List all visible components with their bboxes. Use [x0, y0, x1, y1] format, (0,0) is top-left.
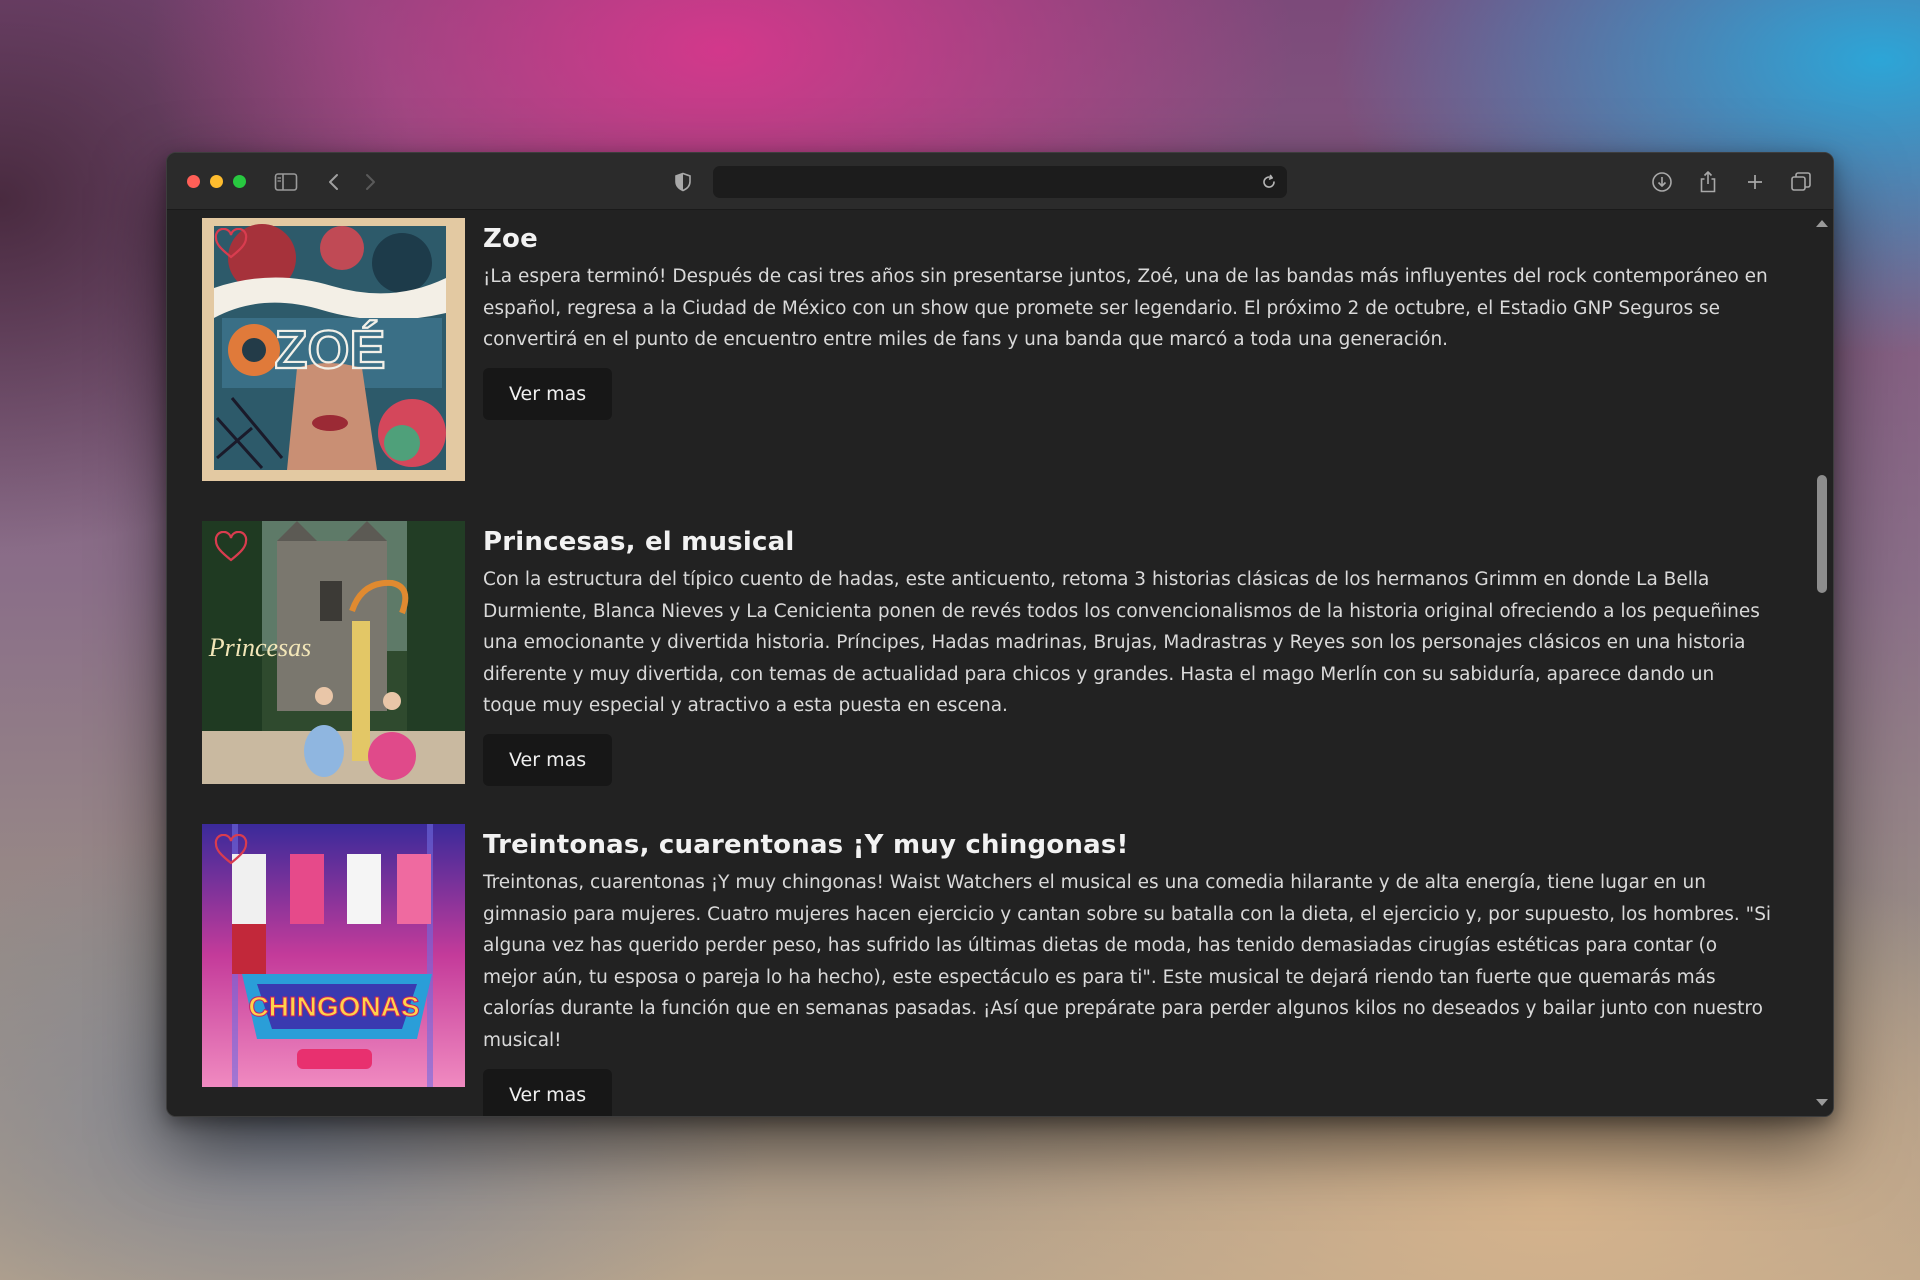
back-icon[interactable]: [321, 169, 347, 195]
vertical-scrollbar[interactable]: [1811, 210, 1833, 1116]
event-poster-zoe[interactable]: ZOÉ: [202, 218, 465, 481]
event-title: Zoe: [483, 224, 538, 254]
forward-icon[interactable]: [357, 169, 383, 195]
browser-toolbar: [167, 153, 1833, 210]
page-content: ZOÉ Zoe ¡La espera terminó! Después de c…: [167, 210, 1833, 1116]
scrollbar-thumb[interactable]: [1817, 475, 1827, 593]
event-info-treintonas: Treintonas, cuarentonas ¡Y muy chingonas…: [483, 824, 1773, 1116]
ver-mas-button[interactable]: Ver mas: [483, 367, 613, 420]
event-info-zoe: Zoe ¡La espera terminó! Después de casi …: [483, 218, 1773, 420]
browser-window: ZOÉ Zoe ¡La espera terminó! Después de c…: [166, 152, 1834, 1117]
tabs-overview-icon[interactable]: [1788, 169, 1814, 195]
ver-mas-button[interactable]: Ver mas: [483, 733, 613, 786]
shield-icon[interactable]: [670, 169, 696, 195]
minimize-window-button[interactable]: [210, 175, 223, 188]
ver-mas-button[interactable]: Ver mas: [483, 1068, 613, 1116]
close-window-button[interactable]: [187, 175, 200, 188]
address-bar[interactable]: [713, 166, 1287, 198]
share-icon[interactable]: [1695, 169, 1721, 195]
event-description: Treintonas, cuarentonas ¡Y muy chingonas…: [483, 872, 1772, 1051]
favorite-heart-icon[interactable]: [214, 228, 248, 260]
poster-title-zoe: ZOÉ: [274, 320, 385, 380]
event-poster-princesas[interactable]: Princesas: [202, 521, 465, 784]
favorite-heart-icon[interactable]: [214, 531, 248, 563]
new-tab-icon[interactable]: [1742, 169, 1768, 195]
download-icon[interactable]: [1649, 169, 1675, 195]
scroll-down-arrow-icon[interactable]: [1816, 1099, 1828, 1106]
event-title: Princesas, el musical: [483, 527, 795, 557]
maximize-window-button[interactable]: [233, 175, 246, 188]
reload-icon[interactable]: [1257, 170, 1281, 194]
poster-title-princesas: Princesas: [208, 633, 312, 662]
event-description: Con la estructura del típico cuento de h…: [483, 569, 1760, 717]
sidebar-icon[interactable]: [273, 169, 299, 195]
event-info-princesas: Princesas, el musical Con la estructura …: [483, 521, 1773, 786]
event-title: Treintonas, cuarentonas ¡Y muy chingonas…: [483, 830, 1129, 860]
poster-title-treintonas: CHINGONAS: [248, 991, 419, 1022]
favorite-heart-icon[interactable]: [214, 834, 248, 866]
scroll-up-arrow-icon[interactable]: [1816, 220, 1828, 227]
event-poster-treintonas[interactable]: CHINGONAS: [202, 824, 465, 1087]
event-description: ¡La espera terminó! Después de casi tres…: [483, 266, 1768, 351]
